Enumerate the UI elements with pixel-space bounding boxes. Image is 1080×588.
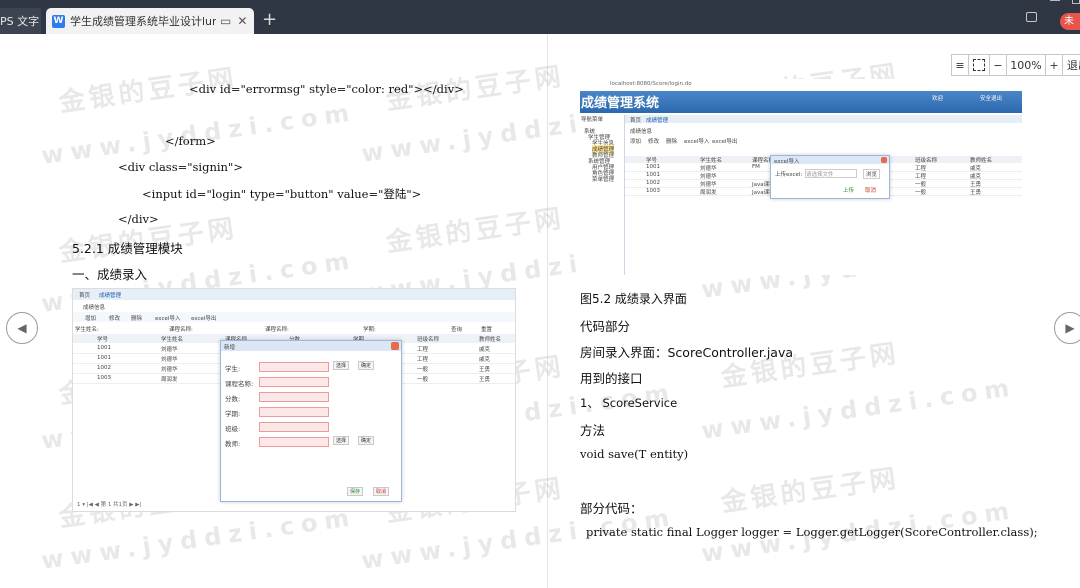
add-score-dialog: 新增 学生: 选择 确定 课程名称: 分数: 学期: 班级: 教师: 选择 确定… [220,340,402,502]
close-icon[interactable] [881,157,887,163]
paragraph: 房间录入界面：ScoreController.java [580,345,794,360]
code-line: private static final Logger logger = Log… [586,525,1038,539]
figure-caption: 图5.2 成绩录入界面 [580,292,687,306]
restore-icon[interactable] [1072,0,1080,4]
file-input[interactable]: 请选择文件 [805,169,857,178]
fit-page-button[interactable] [969,55,989,75]
unregistered-badge[interactable]: 未 [1060,13,1080,30]
score-import-screenshot: localhost:8080/Score/login.do 成绩管理系统 欢迎 … [580,79,1022,275]
zoom-handle-icon[interactable]: ≡ [952,55,969,75]
chevron-left-icon: ◀ [17,321,27,335]
next-page-button[interactable]: ▶ [1054,312,1080,344]
close-icon[interactable] [391,342,399,350]
zoom-control: ≡ − 100% + 退出 [951,54,1080,76]
upload-button[interactable]: 上传 [843,186,854,194]
class-field[interactable] [259,422,329,432]
paragraph: 用到的接口 [580,371,643,386]
fit-icon [973,59,985,71]
paragraph: 1、 ScoreService [580,396,678,410]
page-divider [547,34,548,588]
tab-label: PS 文字 [0,15,40,28]
browse-button[interactable]: 浏览 [863,169,881,179]
code-line: <div class="signin"> [118,160,243,174]
browser-tab-bar: PS 文字 W 学生成绩管理系统毕业设计lun文 ▭ ✕ + 未 [0,0,1080,34]
exit-button[interactable]: 退出 [1063,55,1080,75]
subsection-heading: 一、成绩录入 [72,267,148,282]
close-icon[interactable]: ✕ [237,14,247,28]
paragraph: 代码部分 [580,319,631,334]
tab-label: 学生成绩管理系统毕业设计lun文 [70,15,216,28]
pager[interactable]: 1 ▾ |◀ ◀ 第 1 共1页 ▶ ▶| [77,500,141,508]
screen-icon[interactable]: ▭ [220,14,231,28]
paragraph: 方法 [580,423,606,438]
nav-menu: 导航菜单 系统 学生管理 学生信息 成绩管理 教师管理 系统管理 用户管理 角色… [580,115,625,275]
code-line: </form> [165,134,216,148]
paragraph: 部分代码： [580,501,643,516]
zoom-out-button[interactable]: − [989,55,1007,75]
new-tab-button[interactable]: + [262,10,277,30]
prev-page-button[interactable]: ◀ [6,312,38,344]
tab-document[interactable]: W 学生成绩管理系统毕业设计lun文 ▭ ✕ [46,8,254,34]
app-title: 成绩管理系统 [581,96,660,111]
course-field[interactable] [259,377,329,387]
zoom-in-button[interactable]: + [1046,55,1063,75]
cancel-button[interactable]: 取消 [865,186,876,194]
teacher-field[interactable] [259,437,329,447]
code-line: void save(T entity) [580,447,689,461]
term-field[interactable] [259,407,329,417]
minimize-icon[interactable] [1050,0,1060,1]
code-line: <div id="errormsg" style="color: red"></… [189,82,464,96]
tab-wps-writer[interactable]: PS 文字 [0,8,41,34]
student-field[interactable] [259,362,329,372]
chevron-right-icon: ▶ [1065,321,1075,335]
score-field[interactable] [259,392,329,402]
zoom-level: 100% [1007,55,1046,75]
save-button[interactable]: 保存 [347,487,364,496]
code-line: <input id="login" type="button" value="登… [142,187,422,201]
excel-import-dialog: excel导入 上传excel: 请选择文件 浏览 上传 取消 [770,155,890,199]
code-line: </div> [118,212,159,226]
score-entry-screenshot: 首页 成绩管理 成绩信息 增加 修改 删除 excel导入 excel导出 学生… [72,288,516,512]
split-view-icon[interactable] [1026,12,1037,22]
wps-doc-icon: W [52,14,65,28]
section-heading: 5.2.1 成绩管理模块 [72,241,183,256]
cancel-button[interactable]: 取消 [373,487,390,496]
